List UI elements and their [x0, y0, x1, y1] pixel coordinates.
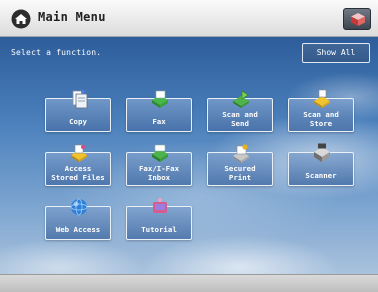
tutorial-icon: [153, 198, 167, 213]
tutorial-button[interactable]: Tutorial: [126, 198, 192, 240]
scan-and-store-button[interactable]: Scan and Store: [288, 89, 354, 132]
scan-store-icon: [314, 89, 330, 108]
status-bar: [0, 274, 378, 292]
instruction-text: Select a function.: [11, 48, 102, 57]
tile-label: Secured Print: [224, 164, 256, 182]
fax-inbox-icon: [152, 144, 168, 162]
scanner-button[interactable]: Scanner: [288, 143, 354, 186]
scanner-icon: [314, 143, 330, 162]
stored-files-icon: [71, 144, 87, 162]
secured-print-button[interactable]: Secured Print: [207, 144, 273, 186]
tile-label: Fax/I-Fax Inbox: [138, 164, 180, 182]
scan-send-icon: [233, 90, 249, 108]
settings-cube-icon: [351, 13, 365, 26]
access-stored-files-button[interactable]: Access Stored Files: [45, 144, 111, 186]
tile-label: Tutorial: [141, 224, 177, 234]
tile-label: Web Access: [55, 224, 101, 234]
tile-label: Scan and Send: [222, 110, 258, 128]
copy-button[interactable]: Copy: [45, 90, 111, 132]
settings-button[interactable]: [343, 8, 371, 30]
tile-label: Scanner: [305, 170, 337, 180]
web-access-button[interactable]: Web Access: [45, 198, 111, 240]
web-access-icon: [70, 198, 88, 216]
show-all-button[interactable]: Show All: [302, 43, 370, 63]
title-bar: Main Menu: [0, 0, 378, 37]
fax-button[interactable]: Fax: [126, 90, 192, 132]
tile-label: Access Stored Files: [51, 164, 105, 182]
fax-icon: [152, 90, 168, 108]
secured-print-icon: [233, 144, 249, 163]
home-icon[interactable]: [11, 9, 31, 29]
page-title: Main Menu: [38, 10, 106, 24]
main-menu-screen: Main Menu Select a function. Show All Co…: [0, 0, 378, 292]
copy-icon: [72, 90, 88, 109]
tile-label: Fax: [152, 116, 166, 126]
scan-and-send-button[interactable]: Scan and Send: [207, 90, 273, 132]
tile-label: Copy: [69, 116, 87, 126]
tile-label: Scan and Store: [303, 110, 339, 128]
fax-ifax-inbox-button[interactable]: Fax/I-Fax Inbox: [126, 144, 192, 186]
